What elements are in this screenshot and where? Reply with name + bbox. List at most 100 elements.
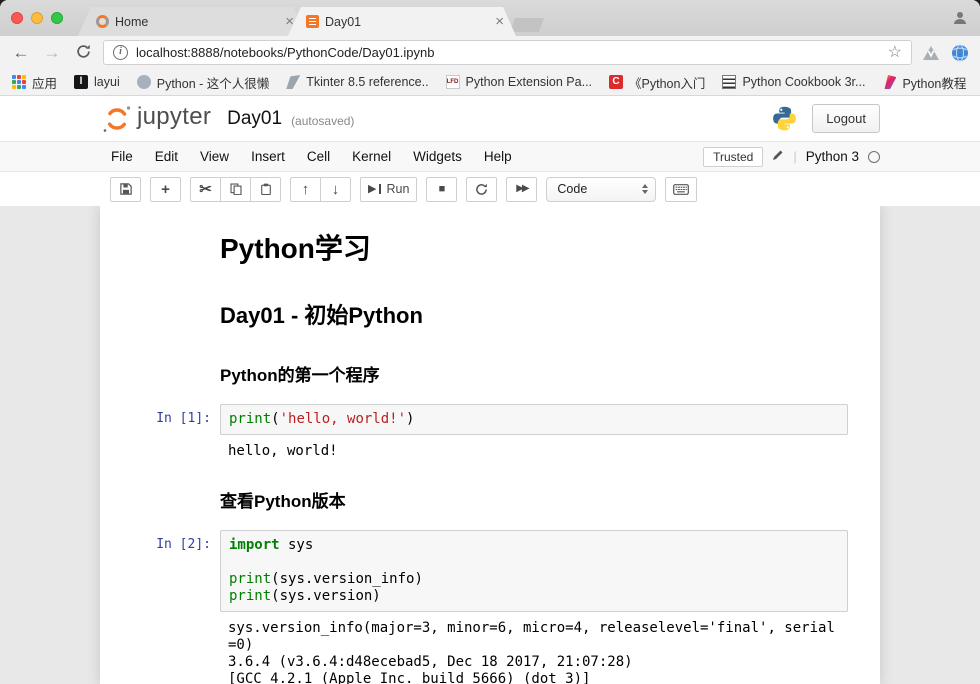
apps-grid-icon bbox=[12, 75, 26, 89]
back-icon[interactable]: ← bbox=[10, 44, 32, 61]
tab-strip: Home × Day01 × bbox=[0, 0, 980, 36]
autosave-status: (autosaved) bbox=[291, 110, 354, 128]
kernel-idle-indicator-icon bbox=[868, 151, 880, 163]
forward-icon[interactable]: → bbox=[41, 44, 63, 61]
keyboard-icon bbox=[673, 184, 689, 195]
command-palette-button[interactable] bbox=[665, 177, 697, 202]
menu-file[interactable]: File bbox=[100, 149, 144, 164]
interrupt-kernel-button[interactable]: ■ bbox=[426, 177, 457, 202]
address-bar[interactable]: i localhost:8888/notebooks/PythonCode/Da… bbox=[103, 40, 912, 65]
select-arrows-icon bbox=[642, 184, 648, 194]
run-label: Run bbox=[386, 182, 409, 196]
notebook-container: Python学习 Day01 - 初始Python Python的第一个程序 I… bbox=[100, 206, 880, 684]
new-tab-button[interactable] bbox=[510, 18, 544, 32]
run-cell-button[interactable]: ▶ Run bbox=[360, 177, 417, 202]
heading-check-version: 查看Python版本 bbox=[220, 487, 860, 512]
menu-cell[interactable]: Cell bbox=[296, 149, 341, 164]
bookmark-layui[interactable]: l layui bbox=[74, 75, 120, 89]
move-cell-down-button[interactable]: ↓ bbox=[320, 177, 351, 202]
menu-insert[interactable]: Insert bbox=[240, 149, 296, 164]
colorful-feather-favicon bbox=[882, 75, 896, 89]
paste-cell-button[interactable] bbox=[250, 177, 281, 202]
restart-kernel-button[interactable] bbox=[466, 177, 497, 202]
code-line: print('hello, world!') bbox=[229, 411, 839, 428]
blog-favicon bbox=[137, 75, 151, 89]
cell-type-select[interactable]: Code bbox=[546, 177, 656, 202]
save-button[interactable] bbox=[110, 177, 141, 202]
jupyter-logo[interactable]: jupyter bbox=[100, 103, 211, 134]
bookmark-label: layui bbox=[94, 75, 120, 89]
bookmark-star-icon[interactable]: ☆ bbox=[888, 45, 902, 61]
notebook-site: Python学习 Day01 - 初始Python Python的第一个程序 I… bbox=[0, 206, 980, 684]
markdown-cell-title[interactable]: Python学习 bbox=[115, 212, 865, 280]
markdown-cell-day01[interactable]: Day01 - 初始Python bbox=[115, 280, 865, 343]
window-controls bbox=[11, 12, 63, 24]
menu-kernel[interactable]: Kernel bbox=[341, 149, 402, 164]
bookmark-python-extension[interactable]: LFD Python Extension Pa... bbox=[446, 75, 592, 89]
tab-close-icon[interactable]: × bbox=[493, 14, 506, 29]
menu-help[interactable]: Help bbox=[473, 149, 523, 164]
code-line: print(sys.version) bbox=[229, 588, 839, 605]
browser-window: Home × Day01 × ← → i localhost:8888/note… bbox=[0, 0, 980, 684]
python-logo-icon bbox=[771, 105, 798, 132]
code-line: import sys bbox=[229, 537, 839, 554]
tab-home[interactable]: Home × bbox=[78, 7, 306, 36]
feather-favicon bbox=[286, 75, 300, 89]
logout-button[interactable]: Logout bbox=[812, 104, 880, 133]
bookmark-apps[interactable]: 应用 bbox=[12, 73, 57, 92]
bookmark-python-intro[interactable]: C 《Python入门 bbox=[609, 73, 705, 92]
code-input[interactable]: print('hello, world!') bbox=[220, 404, 848, 435]
markdown-cell-first-program[interactable]: Python的第一个程序 bbox=[115, 343, 865, 399]
code-input[interactable]: import sys print(sys.version_info) print… bbox=[220, 530, 848, 612]
code-cell-2[interactable]: In [2]: import sys print(sys.version_inf… bbox=[115, 525, 865, 684]
bookmark-label: 应用 bbox=[32, 73, 57, 92]
cell-output: hello, world! bbox=[220, 435, 346, 464]
bookmark-python-cookbook[interactable]: Python Cookbook 3r... bbox=[722, 75, 865, 89]
bookmark-python-tutorial[interactable]: Python教程 bbox=[882, 73, 966, 92]
copy-cell-button[interactable] bbox=[220, 177, 251, 202]
step-forward-icon: ▶ bbox=[368, 184, 376, 195]
arrow-down-icon: ↓ bbox=[332, 182, 340, 197]
zoom-window-button[interactable] bbox=[51, 12, 63, 24]
jupyter-favicon bbox=[96, 15, 109, 28]
bookmark-python-blog[interactable]: Python - 这个人很懒 bbox=[137, 73, 270, 92]
jupyter-logo-icon bbox=[100, 104, 134, 134]
cut-cell-button[interactable]: ✂ bbox=[190, 177, 221, 202]
jupyter-wordmark: jupyter bbox=[137, 103, 211, 134]
site-info-icon[interactable]: i bbox=[113, 45, 128, 60]
trusted-badge[interactable]: Trusted bbox=[703, 147, 763, 167]
paste-icon bbox=[260, 183, 272, 195]
input-prompt: In [2]: bbox=[120, 530, 220, 612]
tab-label: Day01 bbox=[325, 15, 487, 29]
edit-mode-pencil-icon bbox=[772, 148, 784, 166]
code-line bbox=[229, 554, 839, 571]
csdn-favicon: C bbox=[609, 75, 623, 89]
cell-output: sys.version_info(major=3, minor=6, micro… bbox=[220, 612, 848, 684]
refresh-icon[interactable] bbox=[72, 44, 94, 62]
kernel-name: Python 3 bbox=[806, 149, 859, 164]
markdown-cell-version[interactable]: 查看Python版本 bbox=[115, 469, 865, 525]
minimize-window-button[interactable] bbox=[31, 12, 43, 24]
tab-day01[interactable]: Day01 × bbox=[288, 7, 516, 36]
close-window-button[interactable] bbox=[11, 12, 23, 24]
extension-globe-icon[interactable] bbox=[950, 43, 970, 63]
notebook-title[interactable]: Day01 bbox=[227, 108, 282, 130]
menu-edit[interactable]: Edit bbox=[144, 149, 189, 164]
heading-python-study: Python学习 bbox=[220, 227, 860, 267]
bookmark-tkinter-reference[interactable]: Tkinter 8.5 reference.. bbox=[286, 75, 428, 89]
jupyter-header: jupyter Day01 (autosaved) Logout bbox=[0, 96, 980, 141]
bookmark-label: Python - 这个人很懒 bbox=[157, 73, 270, 92]
move-cell-up-button[interactable]: ↑ bbox=[290, 177, 321, 202]
restart-run-all-button[interactable]: ▶▶ bbox=[506, 177, 537, 202]
book-favicon bbox=[722, 75, 736, 89]
code-cell-1[interactable]: In [1]: print('hello, world!') hello, wo… bbox=[115, 399, 865, 469]
notebook-toolbar: + ✂ ↑ ↓ ▶ Run ■ bbox=[0, 172, 980, 206]
menu-widgets[interactable]: Widgets bbox=[402, 149, 473, 164]
profile-icon[interactable] bbox=[952, 10, 968, 31]
heading-day01: Day01 - 初始Python bbox=[220, 298, 860, 330]
extension-triangle-icon[interactable] bbox=[921, 43, 941, 63]
menu-view[interactable]: View bbox=[189, 149, 240, 164]
step-forward-bar bbox=[379, 184, 381, 194]
fast-forward-icon: ▶▶ bbox=[516, 184, 527, 194]
add-cell-button[interactable]: + bbox=[150, 177, 181, 202]
